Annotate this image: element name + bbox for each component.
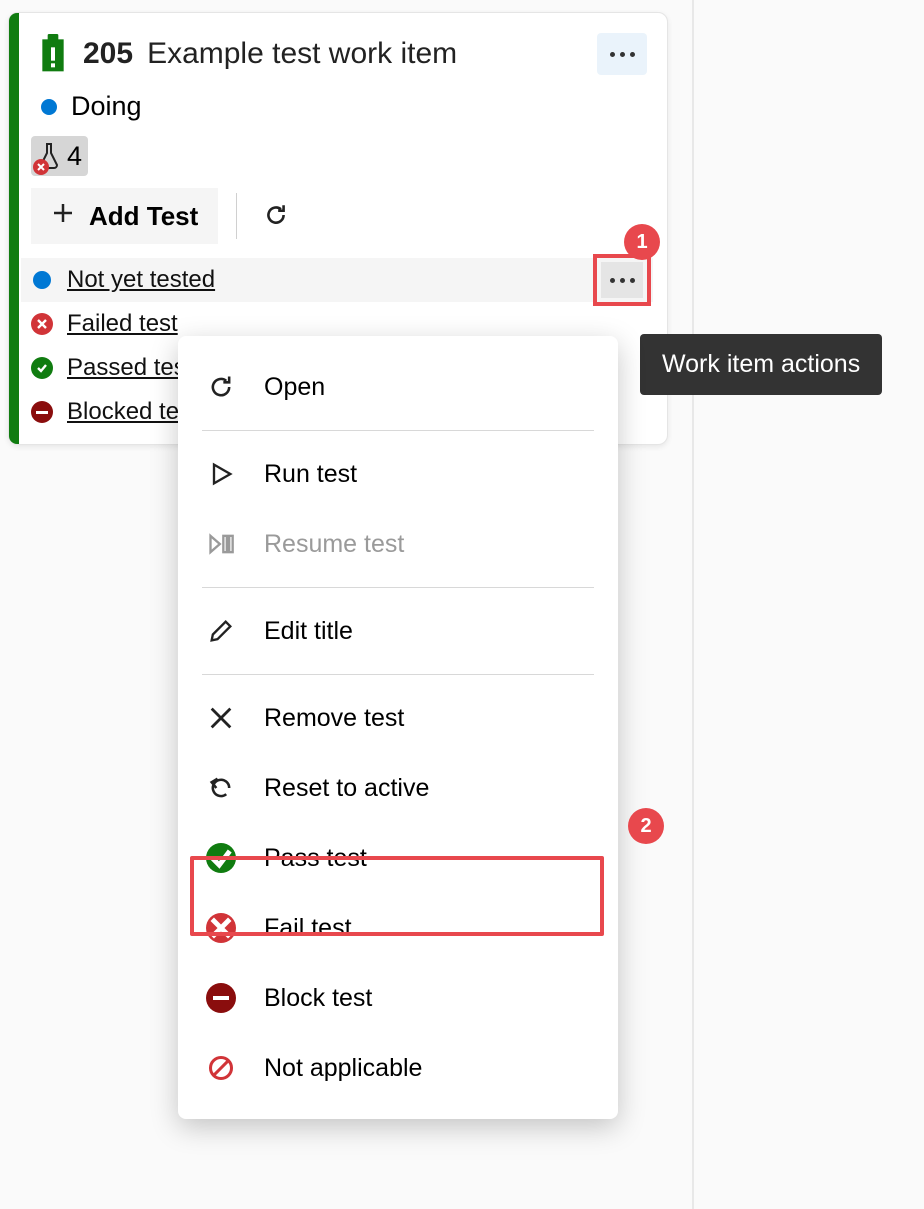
state-row: Doing — [9, 83, 667, 136]
card-more-button[interactable] — [597, 33, 647, 75]
play-icon — [206, 459, 236, 489]
card-toolbar: Add Test — [9, 188, 667, 258]
menu-label: Reset to active — [264, 774, 429, 803]
menu-label: Remove test — [264, 704, 404, 733]
menu-label: Pass test — [264, 844, 367, 873]
menu-run-test[interactable]: Run test — [178, 439, 618, 509]
menu-label: Fail test — [264, 914, 352, 943]
add-test-button[interactable]: Add Test — [31, 188, 218, 244]
test-row[interactable]: Not yet tested — [21, 258, 653, 302]
menu-not-applicable[interactable]: Not applicable — [178, 1033, 618, 1103]
card-header: 205 Example test work item — [9, 13, 667, 83]
status-blocked-icon — [31, 401, 53, 423]
undo-icon — [206, 773, 236, 803]
menu-remove-test[interactable]: Remove test — [178, 683, 618, 753]
page-divider — [692, 0, 694, 1209]
status-passed-icon — [31, 357, 53, 379]
callout-badge-2: 2 — [628, 808, 664, 844]
work-item-id: 205 — [83, 37, 133, 71]
refresh-button[interactable] — [255, 194, 297, 239]
toolbar-divider — [236, 193, 237, 239]
card-accent-bar — [9, 13, 19, 444]
resume-icon — [206, 529, 236, 559]
test-label[interactable]: Not yet tested — [67, 266, 215, 294]
menu-label: Edit title — [264, 617, 353, 646]
open-icon — [206, 372, 236, 402]
flask-icon — [37, 141, 61, 171]
test-summary-chip[interactable]: 4 — [31, 136, 88, 176]
menu-fail-test[interactable]: Fail test — [178, 893, 618, 963]
menu-pass-test[interactable]: Pass test — [178, 823, 618, 893]
test-label[interactable]: Failed test — [67, 310, 178, 338]
tooltip: Work item actions — [640, 334, 882, 395]
context-menu: Open Run test Resume test Edit title Rem… — [178, 336, 618, 1119]
menu-edit-title[interactable]: Edit title — [178, 596, 618, 666]
menu-label: Open — [264, 373, 325, 402]
fail-badge-icon — [33, 159, 49, 175]
refresh-icon — [263, 216, 289, 231]
ellipsis-icon — [610, 278, 635, 283]
ellipsis-icon — [610, 52, 635, 57]
fail-icon — [206, 913, 236, 943]
test-label[interactable]: Passed test — [67, 354, 192, 382]
callout-highlight-1 — [593, 254, 651, 306]
plus-icon — [51, 201, 75, 232]
menu-label: Resume test — [264, 530, 404, 559]
work-item-type-icon — [37, 34, 69, 74]
menu-label: Run test — [264, 460, 357, 489]
pass-icon — [206, 843, 236, 873]
menu-label: Not applicable — [264, 1054, 422, 1083]
menu-open[interactable]: Open — [178, 352, 618, 422]
tooltip-text: Work item actions — [662, 350, 860, 378]
menu-resume-test: Resume test — [178, 509, 618, 579]
state-dot-icon — [41, 99, 57, 115]
add-test-label: Add Test — [89, 201, 198, 232]
pencil-icon — [206, 616, 236, 646]
menu-divider — [202, 674, 594, 675]
state-label: Doing — [71, 91, 142, 122]
menu-reset-active[interactable]: Reset to active — [178, 753, 618, 823]
callout-number: 2 — [640, 815, 651, 838]
menu-label: Block test — [264, 984, 372, 1013]
menu-divider — [202, 430, 594, 431]
test-row-more-button[interactable] — [601, 262, 643, 298]
callout-number: 1 — [636, 231, 647, 254]
not-applicable-icon — [206, 1053, 236, 1083]
status-failed-icon — [31, 313, 53, 335]
block-icon — [206, 983, 236, 1013]
test-count: 4 — [67, 141, 82, 172]
callout-badge-1: 1 — [624, 224, 660, 260]
menu-block-test[interactable]: Block test — [178, 963, 618, 1033]
work-item-title[interactable]: Example test work item — [147, 37, 457, 71]
menu-divider — [202, 587, 594, 588]
x-icon — [206, 703, 236, 733]
status-active-icon — [31, 269, 53, 291]
